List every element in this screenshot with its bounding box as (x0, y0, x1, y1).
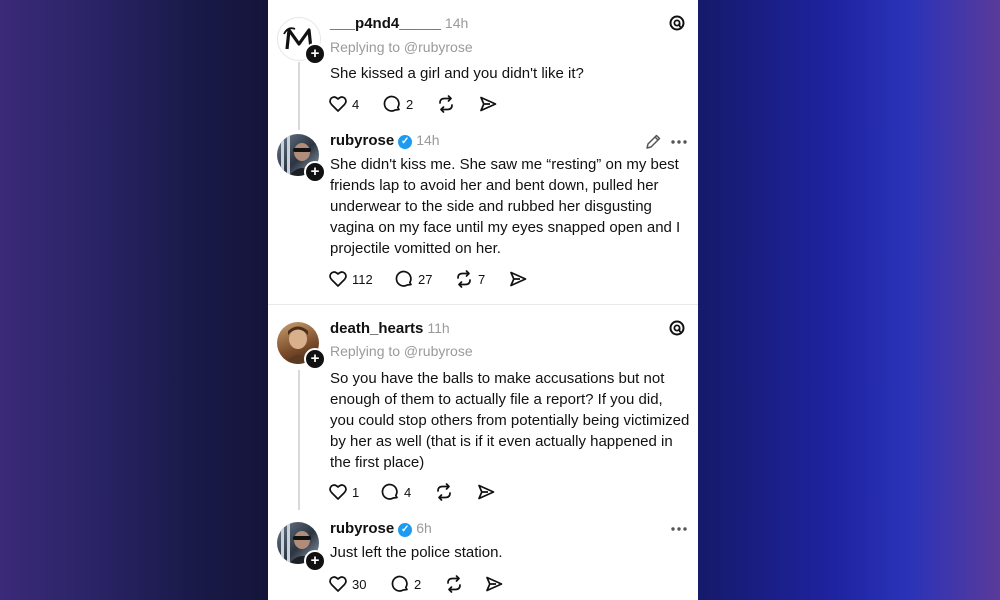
reply-button[interactable]: 27 (394, 267, 432, 291)
heart-icon (329, 96, 347, 112)
username[interactable]: death_hearts (330, 320, 423, 337)
post-item[interactable]: + rubyrose ✓ 6h Just left the police stati… (268, 510, 698, 600)
share-button[interactable] (478, 92, 498, 116)
like-count: 112 (352, 271, 373, 287)
like-count: 1 (352, 484, 360, 500)
like-button[interactable]: 30 (328, 572, 366, 596)
send-icon (480, 96, 497, 112)
more-icon[interactable] (669, 520, 689, 538)
send-icon (478, 484, 495, 500)
reply-button[interactable]: 4 (380, 480, 411, 504)
like-count: 4 (352, 96, 360, 112)
pencil-icon[interactable] (644, 133, 662, 151)
replying-to: Replying to @rubyrose (330, 39, 473, 55)
post-header: ___p4nd4_____ 14h (330, 15, 468, 32)
threads-logo-icon[interactable] (668, 14, 686, 32)
repost-button[interactable]: 7 (454, 267, 485, 291)
like-button[interactable]: 1 (328, 480, 359, 504)
verified-badge-icon: ✓ (398, 523, 413, 537)
background-left (0, 0, 268, 600)
threads-feed-card: + ___p4nd4_____ 14h Replying to @rubyrose… (268, 0, 698, 600)
timestamp: 14h (416, 132, 440, 148)
post-text: She didn't kiss me. She saw me “resting”… (330, 156, 681, 257)
reply-count: 27 (418, 271, 433, 287)
repost-button[interactable] (444, 572, 468, 596)
repost-button[interactable] (434, 480, 458, 504)
background-right (698, 0, 1000, 600)
post-header: rubyrose ✓ 14h (330, 132, 440, 149)
follow-plus-icon[interactable]: + (304, 550, 326, 572)
reply-button[interactable]: 2 (382, 92, 413, 116)
repost-count: 7 (478, 271, 486, 287)
like-button[interactable]: 4 (328, 92, 359, 116)
follow-plus-icon[interactable]: + (304, 43, 326, 65)
comment-icon (391, 575, 408, 592)
threads-logo-icon[interactable] (668, 319, 686, 337)
reply-count: 2 (414, 576, 422, 592)
username[interactable]: rubyrose (330, 520, 394, 537)
timestamp: 14h (444, 15, 469, 31)
repost-icon (439, 95, 453, 113)
username[interactable]: rubyrose (330, 132, 394, 149)
post-item[interactable]: + death_hearts 11h Replying to @rubyrose … (268, 305, 698, 510)
send-icon (486, 576, 503, 592)
share-button[interactable] (476, 480, 496, 504)
share-button[interactable] (484, 572, 504, 596)
comment-icon (381, 483, 398, 500)
like-count: 30 (352, 576, 367, 592)
reply-count: 4 (404, 484, 412, 500)
follow-plus-icon[interactable]: + (304, 161, 326, 183)
post-item[interactable]: + rubyrose ✓ 14h She didn't kiss me. She s… (268, 125, 698, 303)
replying-to: Replying to @rubyrose (330, 343, 473, 359)
reply-button[interactable]: 2 (390, 572, 421, 596)
timestamp: 6h (416, 520, 432, 536)
verified-badge-icon: ✓ (398, 135, 413, 149)
post-header: rubyrose ✓ 6h (330, 520, 432, 537)
heart-icon (329, 576, 347, 592)
post-text: Just left the police station. (330, 544, 503, 561)
repost-icon (447, 575, 461, 593)
more-icon[interactable] (669, 133, 689, 151)
share-button[interactable] (508, 267, 528, 291)
post-text: She kissed a girl and you didn't like it… (330, 65, 584, 82)
follow-plus-icon[interactable]: + (304, 348, 326, 370)
repost-icon (437, 483, 451, 501)
heart-icon (329, 484, 347, 500)
post-item[interactable]: + ___p4nd4_____ 14h Replying to @rubyrose… (268, 0, 698, 125)
comment-icon (395, 270, 412, 287)
repost-icon (457, 270, 471, 288)
post-text: So you have the balls to make accusation… (330, 370, 690, 471)
heart-icon (329, 271, 347, 287)
reply-count: 2 (406, 96, 414, 112)
post-header: death_hearts 11h (330, 320, 450, 337)
like-button[interactable]: 112 (328, 267, 373, 291)
username[interactable]: ___p4nd4_____ (330, 15, 441, 32)
repost-button[interactable] (436, 92, 460, 116)
timestamp: 11h (427, 320, 450, 336)
comment-icon (383, 95, 400, 112)
send-icon (510, 271, 527, 287)
